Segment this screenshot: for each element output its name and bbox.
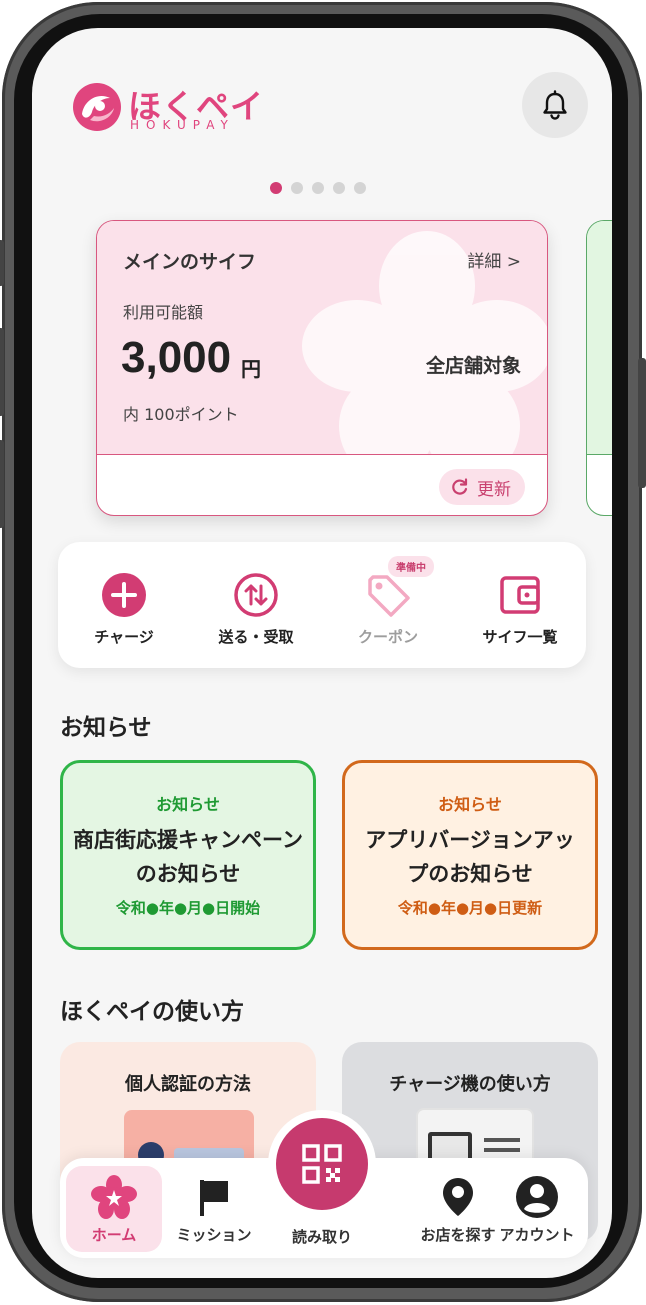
charge-button[interactable]: チャージ — [64, 572, 184, 647]
howto-card-title: 個人認証の方法 — [125, 1074, 251, 1095]
news-section-title: お知らせ — [60, 715, 152, 741]
refresh-label: 更新 — [477, 479, 511, 500]
transfer-icon — [233, 572, 279, 618]
hokupay-logo: ほくペイ HOKUPAY — [70, 80, 270, 136]
news-card[interactable]: お知らせ 商店街応援キャンペーンのお知らせ 令和●年●月●日開始 — [60, 760, 316, 950]
news-title: 商店街応援キャンペーンのお知らせ — [73, 828, 303, 886]
flag-icon — [191, 1176, 237, 1218]
coupon-tag-icon — [365, 572, 411, 618]
bell-icon — [543, 90, 567, 120]
wallet-scope: 全店舗対象 — [425, 355, 521, 377]
nav-scan-label: 読み取り — [291, 1228, 352, 1246]
scan-button[interactable] — [276, 1118, 368, 1210]
wallet-list-label: サイフ一覧 — [482, 628, 558, 646]
wallet-points: 内 100ポイント — [123, 405, 239, 424]
wallet-icon — [497, 572, 543, 618]
coupon-label: クーポン — [357, 628, 418, 646]
news-tag: お知らせ — [156, 795, 220, 814]
wallet-name: メインのサイフ — [123, 251, 257, 273]
wallet-balance: 3,000 — [121, 333, 232, 382]
wallet-list-button[interactable]: サイフ一覧 — [460, 572, 580, 647]
howto-card-title: チャージ機の使い方 — [389, 1074, 551, 1095]
nav-mission-label: ミッション — [176, 1226, 252, 1244]
volume-up-button — [0, 328, 4, 416]
howto-section-title: ほくペイの使い方 — [60, 999, 244, 1025]
sakura-icon — [91, 1175, 137, 1219]
app-screen: ほくペイ HOKUPAY メインのサイフ 詳細 > 利用可能額 3,000 円 … — [32, 28, 612, 1278]
news-date: 令和●年●月●日更新 — [397, 899, 543, 917]
logo-mark-icon — [73, 83, 121, 131]
news-tag: お知らせ — [438, 795, 502, 814]
news-card[interactable]: お知らせ アプリバージョンアップのお知らせ 令和●年●月●日更新 — [342, 760, 598, 950]
mute-switch — [0, 240, 4, 286]
charge-label: チャージ — [94, 628, 154, 646]
coupon-button[interactable]: 準備中 クーポン — [328, 556, 448, 647]
carousel-indicator[interactable] — [270, 182, 366, 194]
carousel-dot[interactable] — [291, 182, 303, 194]
power-button — [638, 358, 646, 488]
send-receive-label: 送る・受取 — [218, 628, 294, 646]
carousel-dot[interactable] — [333, 182, 345, 194]
refresh-icon — [452, 478, 468, 495]
account-icon — [514, 1176, 560, 1218]
qr-code-icon — [302, 1144, 342, 1184]
plus-circle-icon — [101, 572, 147, 618]
wallet-card-body: メインのサイフ 詳細 > 利用可能額 3,000 円 内 100ポイント 全店舗… — [97, 221, 547, 455]
coming-soon-badge: 準備中 — [388, 556, 434, 577]
next-wallet-card-body — [587, 221, 612, 455]
currency-unit: 円 — [241, 357, 261, 381]
nav-home[interactable]: ホーム — [66, 1166, 162, 1252]
notification-button[interactable] — [522, 72, 588, 138]
volume-down-button — [0, 440, 4, 528]
nav-account-label: アカウント — [499, 1226, 575, 1244]
nav-mission[interactable]: ミッション — [166, 1166, 262, 1252]
nav-home-label: ホーム — [91, 1226, 137, 1244]
carousel-dot[interactable] — [354, 182, 366, 194]
carousel-dot-active[interactable] — [270, 182, 282, 194]
quick-actions: チャージ 送る・受取 準備中 クーポン サイフ一覧 — [58, 542, 586, 668]
available-amount-label: 利用可能額 — [123, 303, 204, 322]
nav-account[interactable]: アカウント — [488, 1166, 586, 1252]
next-wallet-card[interactable] — [586, 220, 612, 516]
main-wallet-card[interactable]: メインのサイフ 詳細 > 利用可能額 3,000 円 内 100ポイント 全店舗… — [96, 220, 548, 516]
send-receive-button[interactable]: 送る・受取 — [196, 572, 316, 647]
carousel-dot[interactable] — [312, 182, 324, 194]
map-pin-icon — [435, 1176, 481, 1218]
wallet-detail-link[interactable]: 詳細 > — [467, 247, 521, 272]
refresh-button[interactable]: 更新 — [439, 469, 525, 505]
news-title: アプリバージョンアップのお知らせ — [365, 828, 575, 886]
nav-find-store-label: お店を探す — [420, 1226, 496, 1244]
logo-subtext: HOKUPAY — [130, 118, 235, 132]
news-date: 令和●年●月●日開始 — [115, 899, 261, 917]
